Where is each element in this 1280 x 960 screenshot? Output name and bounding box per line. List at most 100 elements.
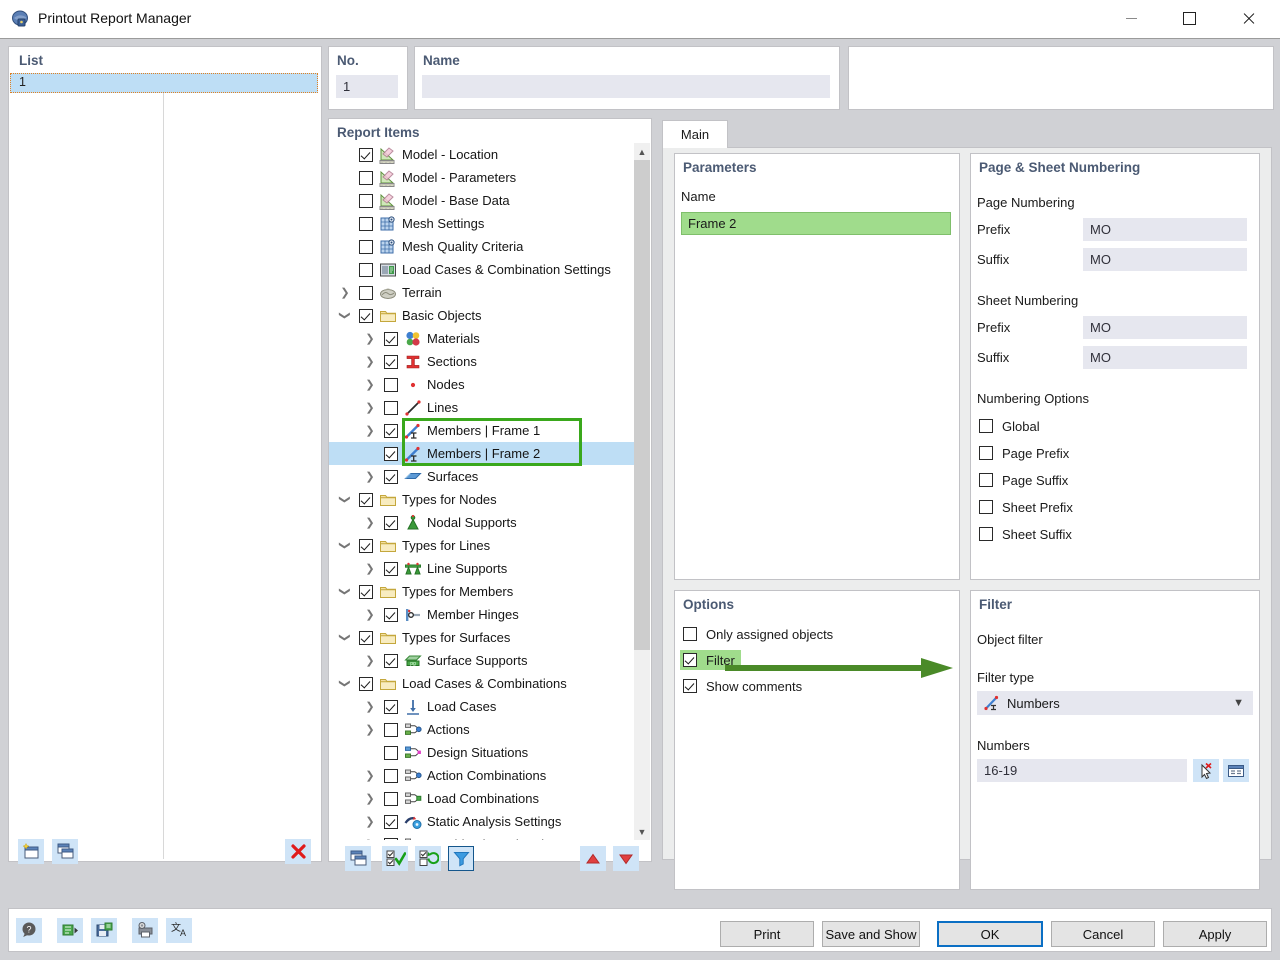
tree-item[interactable]: ❯ pg Surface Supports xyxy=(329,649,649,672)
numbering-option-checkbox[interactable] xyxy=(979,473,993,487)
tree-item-checkbox[interactable] xyxy=(384,331,398,346)
filter-type-select[interactable]: Numbers ▼ xyxy=(977,691,1253,715)
tree-item-checkbox[interactable] xyxy=(384,814,398,829)
copy-printout-report-button[interactable] xyxy=(52,839,78,864)
chevron-right-icon[interactable]: ❯ xyxy=(362,833,378,840)
tree-item-checkbox[interactable] xyxy=(384,653,398,668)
chevron-right-icon[interactable]: ❯ xyxy=(362,764,378,787)
tree-item-checkbox[interactable] xyxy=(384,354,398,369)
tree-move-down-button[interactable] xyxy=(613,846,639,871)
language-button[interactable]: 文 A xyxy=(166,918,192,943)
tree-item[interactable]: ❯ Load Cases & Combinations xyxy=(329,672,649,695)
tree-item-checkbox[interactable] xyxy=(384,791,398,806)
chevron-right-icon[interactable]: ❯ xyxy=(362,396,378,419)
sheet-suffix-input[interactable]: MO xyxy=(1083,346,1247,369)
tree-item[interactable]: ❯ Combination Wizards xyxy=(329,833,649,840)
tree-filter-button[interactable] xyxy=(448,846,474,871)
tree-item[interactable]: ❯ Surfaces xyxy=(329,465,649,488)
tree-item-checkbox[interactable] xyxy=(359,193,373,208)
tree-item[interactable]: ❯ Types for Surfaces xyxy=(329,626,649,649)
list-item[interactable]: 1 xyxy=(10,73,318,93)
delete-printout-report-button[interactable] xyxy=(285,839,311,864)
chevron-right-icon[interactable]: ❯ xyxy=(337,281,353,304)
chevron-down-icon[interactable]: ❯ xyxy=(334,584,357,600)
chevron-right-icon[interactable]: ❯ xyxy=(362,511,378,534)
chevron-down-icon[interactable]: ❯ xyxy=(334,630,357,646)
scroll-up-arrow-icon[interactable]: ▲ xyxy=(634,143,650,160)
tree-item-checkbox[interactable] xyxy=(359,170,373,185)
tree-item-checkbox[interactable] xyxy=(359,630,373,645)
tree-item-checkbox[interactable] xyxy=(359,492,373,507)
tree-item[interactable]: Members | Frame 2 xyxy=(329,442,649,465)
chevron-right-icon[interactable]: ❯ xyxy=(362,465,378,488)
tree-item[interactable]: ❯ Actions xyxy=(329,718,649,741)
no-input[interactable]: 1 xyxy=(336,75,398,98)
numbering-option-row[interactable]: Page Suffix xyxy=(979,470,1068,490)
tree-item-checkbox[interactable] xyxy=(359,538,373,553)
tree-item[interactable]: Load Cases & Combination Settings xyxy=(329,258,649,281)
chevron-down-icon[interactable]: ❯ xyxy=(334,492,357,508)
tree-item[interactable]: ❯ Terrain xyxy=(329,281,649,304)
tree-item[interactable]: Model - Location xyxy=(329,143,649,166)
tree-item-checkbox[interactable] xyxy=(384,561,398,576)
sheet-prefix-input[interactable]: MO xyxy=(1083,316,1247,339)
numbering-option-checkbox[interactable] xyxy=(979,500,993,514)
tree-item[interactable]: ❯ Sections xyxy=(329,350,649,373)
tree-item[interactable]: ❯ Load Combinations xyxy=(329,787,649,810)
cancel-button[interactable]: Cancel xyxy=(1051,921,1155,947)
page-prefix-input[interactable]: MO xyxy=(1083,218,1247,241)
tree-item[interactable]: ❯ Line Supports xyxy=(329,557,649,580)
chevron-right-icon[interactable]: ❯ xyxy=(362,557,378,580)
minimize-button[interactable] xyxy=(1108,0,1154,37)
tree-item[interactable]: Model - Base Data xyxy=(329,189,649,212)
tree-item[interactable]: ❯ Load Cases xyxy=(329,695,649,718)
tree-scrollbar[interactable]: ▲ ▼ xyxy=(634,143,650,840)
tree-item[interactable]: ❯ Action Combinations xyxy=(329,764,649,787)
tree-move-up-button[interactable] xyxy=(580,846,606,871)
chevron-right-icon[interactable]: ❯ xyxy=(362,695,378,718)
chevron-right-icon[interactable]: ❯ xyxy=(362,603,378,626)
print-button[interactable]: Print xyxy=(720,921,814,947)
option-checkbox[interactable] xyxy=(683,679,697,693)
report-items-tree[interactable]: Model - Location Model - Parameters Model … xyxy=(329,143,649,840)
option-checkbox[interactable] xyxy=(683,653,697,667)
tree-item-checkbox[interactable] xyxy=(384,515,398,530)
chevron-right-icon[interactable]: ❯ xyxy=(362,718,378,741)
tree-item[interactable]: ❯ Nodal Supports xyxy=(329,511,649,534)
new-printout-report-button[interactable] xyxy=(18,839,44,864)
tree-item[interactable]: ❯ Members | Frame 1 xyxy=(329,419,649,442)
save-and-show-button[interactable]: Save and Show xyxy=(822,921,920,947)
numbering-option-row[interactable]: Page Prefix xyxy=(979,443,1069,463)
printer-settings-button[interactable] xyxy=(132,918,158,943)
tree-item[interactable]: ❯ Lines xyxy=(329,396,649,419)
tree-item-checkbox[interactable] xyxy=(384,722,398,737)
tree-item[interactable]: ❯ Basic Objects xyxy=(329,304,649,327)
tree-item[interactable]: ❯ Types for Members xyxy=(329,580,649,603)
name-input[interactable] xyxy=(422,75,830,98)
numbering-option-checkbox[interactable] xyxy=(979,527,993,541)
tree-item[interactable]: Mesh Quality Criteria xyxy=(329,235,649,258)
chevron-down-icon[interactable]: ❯ xyxy=(334,676,357,692)
tree-item-checkbox[interactable] xyxy=(359,147,373,162)
tree-item-checkbox[interactable] xyxy=(384,837,398,840)
close-button[interactable] xyxy=(1225,0,1271,37)
help-button[interactable]: ? xyxy=(16,918,42,943)
tree-item[interactable]: ❯ Static Analysis Settings xyxy=(329,810,649,833)
scroll-down-arrow-icon[interactable]: ▼ xyxy=(634,823,650,840)
tree-item[interactable]: ❯ Member Hinges xyxy=(329,603,649,626)
tree-item-checkbox[interactable] xyxy=(359,239,373,254)
numbers-dialog-button[interactable] xyxy=(1223,759,1249,782)
tree-item-checkbox[interactable] xyxy=(359,676,373,691)
chevron-right-icon[interactable]: ❯ xyxy=(362,787,378,810)
parameters-value-row[interactable]: Frame 2 xyxy=(681,212,951,235)
tree-item-checkbox[interactable] xyxy=(384,745,398,760)
chevron-right-icon[interactable]: ❯ xyxy=(362,419,378,442)
tree-item-checkbox[interactable] xyxy=(359,216,373,231)
option-checkbox[interactable] xyxy=(683,627,697,641)
maximize-button[interactable] xyxy=(1166,0,1212,37)
tree-item-checkbox[interactable] xyxy=(384,423,398,438)
chevron-down-icon[interactable]: ❯ xyxy=(334,308,357,324)
tree-item-checkbox[interactable] xyxy=(384,377,398,392)
tree-select-all-button[interactable] xyxy=(382,846,408,871)
tree-item-checkbox[interactable] xyxy=(384,607,398,622)
